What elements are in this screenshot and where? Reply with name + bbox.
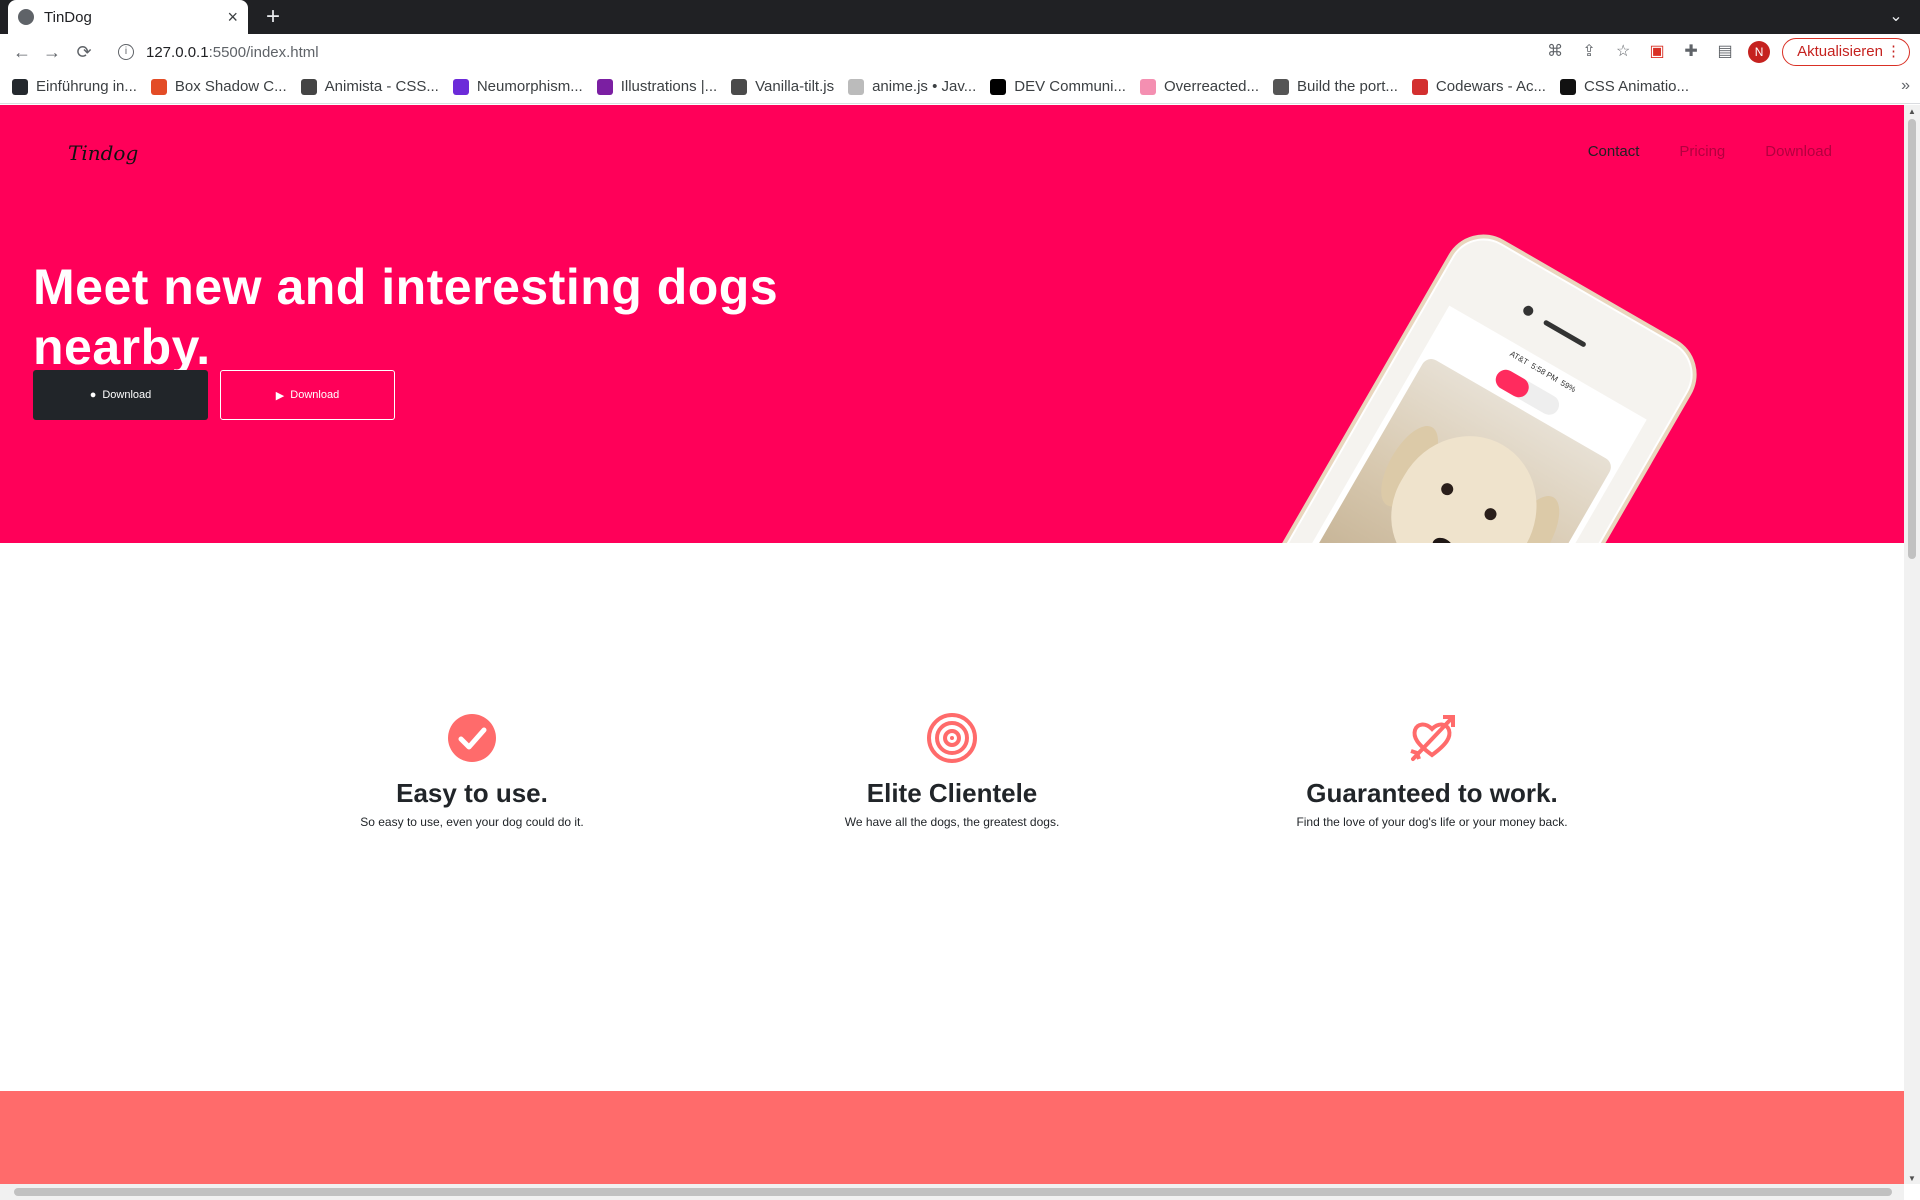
bookmark-item[interactable]: Vanilla-tilt.js bbox=[731, 78, 834, 95]
bookmark-favicon-icon bbox=[990, 78, 1007, 95]
apple-icon: ● bbox=[89, 389, 97, 401]
bookmark-item[interactable]: Illustrations |... bbox=[596, 78, 718, 95]
bookmark-label: Einführung in... bbox=[36, 78, 137, 95]
tab-strip: TinDog × + ⌄ bbox=[0, 0, 1920, 34]
horizontal-scrollbar[interactable] bbox=[0, 1184, 1904, 1200]
scrollbar-thumb[interactable] bbox=[1908, 119, 1916, 559]
bookmark-label: DEV Communi... bbox=[1014, 78, 1126, 95]
bookmark-item[interactable]: CSS Animatio... bbox=[1559, 78, 1690, 95]
bookmark-item[interactable]: anime.js • Jav... bbox=[848, 78, 976, 95]
bookmark-favicon-icon bbox=[848, 78, 865, 95]
chevron-down-icon[interactable]: ⌄ bbox=[1886, 6, 1906, 26]
bookmark-item[interactable]: Neumorphism... bbox=[452, 78, 583, 95]
bookmark-item[interactable]: Einführung in... bbox=[12, 78, 137, 95]
avatar[interactable]: N bbox=[1748, 41, 1771, 63]
phone-camera bbox=[1521, 303, 1536, 318]
nav-link-contact[interactable]: Contact bbox=[1588, 143, 1640, 160]
top-nav: Contact Pricing Download bbox=[1588, 143, 1832, 160]
bookmark-label: Build the port... bbox=[1297, 78, 1398, 95]
tab-title: TinDog bbox=[44, 8, 92, 26]
features-section: Easy to use. So easy to use, even your d… bbox=[0, 543, 1904, 1184]
check-circle-icon bbox=[448, 714, 496, 762]
testimonial-section bbox=[0, 1091, 1904, 1184]
bookmark-favicon-icon bbox=[1139, 78, 1156, 95]
feature-text: We have all the dogs, the greatest dogs. bbox=[844, 815, 1060, 829]
nav-link-pricing[interactable]: Pricing bbox=[1679, 143, 1725, 160]
download-play-button[interactable]: ▶ Download bbox=[220, 370, 395, 420]
update-button[interactable]: Aktualisieren ⋮ bbox=[1782, 38, 1910, 66]
bookmark-label: Box Shadow C... bbox=[174, 78, 287, 95]
nav-link-download[interactable]: Download bbox=[1765, 143, 1832, 160]
bookmark-favicon-icon bbox=[300, 78, 317, 95]
url-text: 127.0.0.1:5500/index.html bbox=[146, 43, 319, 61]
bookmark-favicon-icon bbox=[12, 78, 28, 95]
share-icon[interactable]: ⇪ bbox=[1578, 41, 1600, 63]
close-icon[interactable]: × bbox=[227, 7, 238, 28]
forward-button[interactable]: → bbox=[40, 40, 64, 64]
back-button[interactable]: ← bbox=[10, 40, 34, 64]
bookmark-label: anime.js • Jav... bbox=[872, 78, 977, 95]
feature-title: Elite Clientele bbox=[866, 778, 1038, 808]
bookmark-favicon-icon bbox=[1411, 78, 1428, 95]
download-apple-button[interactable]: ● Download bbox=[33, 370, 208, 420]
toolbar-icons: ⌘ ⇪ ☆ ▣ ✚ ▤ N Aktualisieren ⋮ bbox=[1544, 38, 1910, 66]
feature-elite: Elite Clientele We have all the dogs, th… bbox=[712, 713, 1192, 829]
phone-screen: AT&T 5:58 PM 59% bbox=[1269, 305, 1647, 543]
bookmark-label: CSS Animatio... bbox=[1583, 78, 1690, 95]
brand-logo[interactable]: Tindog bbox=[68, 141, 138, 165]
play-icon: ▶ bbox=[275, 389, 285, 402]
bookmark-item[interactable]: Codewars - Ac... bbox=[1411, 78, 1546, 95]
bookmark-item[interactable]: DEV Communi... bbox=[990, 78, 1126, 95]
bookmark-favicon-icon bbox=[1273, 78, 1290, 95]
page-viewport: Tindog Contact Pricing Download Meet new… bbox=[0, 105, 1904, 1184]
bookmarks-bar: Einführung in... Box Shadow C... Animista … bbox=[0, 70, 1920, 104]
bookmark-item[interactable]: Build the port... bbox=[1273, 78, 1398, 95]
bookmark-item[interactable]: Overreacted... bbox=[1139, 78, 1260, 95]
feature-easy: Easy to use. So easy to use, even your d… bbox=[232, 713, 712, 829]
feature-text: Find the love of your dog's life or your… bbox=[1296, 815, 1568, 829]
bookmark-label: Vanilla-tilt.js bbox=[755, 78, 835, 95]
globe-icon bbox=[18, 9, 34, 25]
bookmark-favicon-icon bbox=[731, 78, 748, 95]
hero-section: Tindog Contact Pricing Download Meet new… bbox=[0, 105, 1904, 543]
bookmark-favicon-icon bbox=[596, 78, 613, 95]
sidepanel-icon[interactable]: ▤ bbox=[1714, 41, 1736, 63]
info-icon[interactable]: i bbox=[118, 44, 134, 60]
scroll-down-icon[interactable]: ▼ bbox=[1908, 1174, 1916, 1183]
bookmark-label: Animista - CSS... bbox=[324, 78, 439, 95]
extension-icon[interactable]: ▣ bbox=[1646, 41, 1668, 63]
bookmark-item[interactable]: Box Shadow C... bbox=[150, 78, 287, 95]
phone-speaker bbox=[1542, 319, 1587, 348]
bookmark-favicon-icon bbox=[1559, 78, 1576, 95]
bookmark-label: Overreacted... bbox=[1163, 78, 1260, 95]
puzzle-icon[interactable]: ✚ bbox=[1680, 41, 1702, 63]
bookmark-item[interactable]: Animista - CSS... bbox=[300, 78, 439, 95]
tab-tindog[interactable]: TinDog × bbox=[8, 0, 248, 34]
bookmark-label: Neumorphism... bbox=[476, 78, 583, 95]
bullseye-icon bbox=[927, 713, 977, 763]
more-icon: ⋮ bbox=[1886, 43, 1901, 60]
feature-title: Guaranteed to work. bbox=[1306, 778, 1558, 808]
heart-arrow-icon bbox=[1410, 715, 1455, 761]
translate-icon[interactable]: ⌘ bbox=[1544, 41, 1566, 63]
page-title: Meet new and interesting dogs nearby. bbox=[33, 258, 779, 375]
star-icon[interactable]: ☆ bbox=[1612, 41, 1634, 63]
toolbar: ← → ⟳ i 127.0.0.1:5500/index.html ⌘ ⇪ ☆ … bbox=[0, 34, 1920, 70]
bookmark-label: Codewars - Ac... bbox=[1435, 78, 1546, 95]
feature-title: Easy to use. bbox=[396, 778, 548, 808]
chevron-right-icon[interactable]: » bbox=[1901, 77, 1910, 95]
bookmark-label: Illustrations |... bbox=[620, 78, 718, 95]
feature-guaranteed: Guaranteed to work. Find the love of you… bbox=[1192, 713, 1672, 829]
scroll-up-icon[interactable]: ▲ bbox=[1908, 107, 1916, 116]
phone-mockup: AT&T 5:58 PM 59% bbox=[1208, 219, 1712, 543]
vertical-scrollbar[interactable]: ▲ ▼ bbox=[1904, 105, 1920, 1184]
feature-text: So easy to use, even your dog could do i… bbox=[360, 815, 584, 829]
bookmark-favicon-icon bbox=[452, 78, 469, 95]
scrollbar-thumb[interactable] bbox=[14, 1188, 1892, 1196]
bookmark-favicon-icon bbox=[150, 78, 167, 95]
new-tab-button[interactable]: + bbox=[260, 4, 286, 30]
reload-button[interactable]: ⟳ bbox=[72, 40, 96, 64]
